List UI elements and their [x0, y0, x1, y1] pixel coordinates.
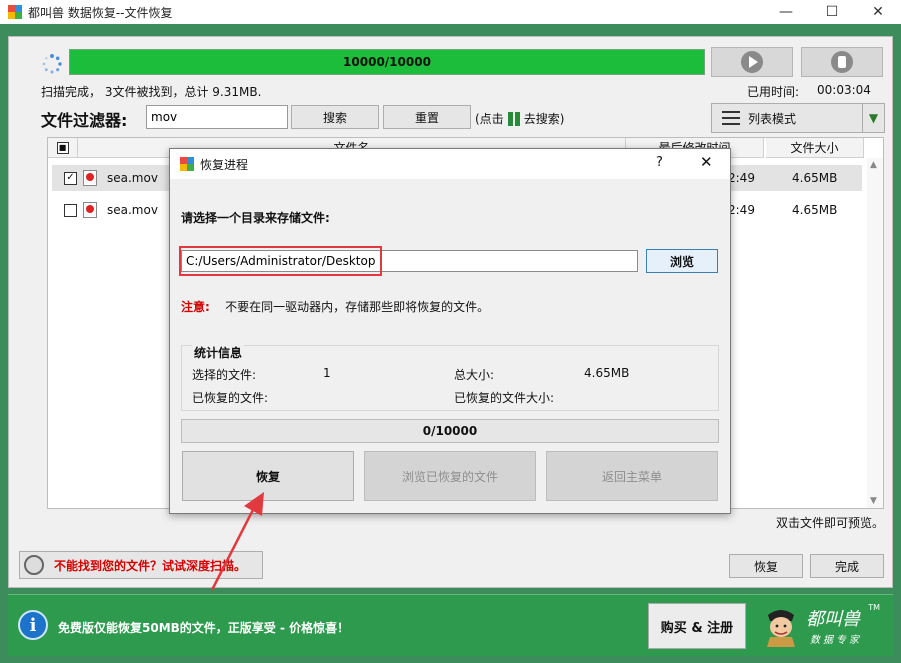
warning-note: 注意: 不要在同一驱动器内，存储那些即将恢复的文件。	[181, 298, 489, 315]
close-button[interactable]: ✕	[855, 0, 901, 24]
select-all-checkbox[interactable]: ■	[56, 141, 69, 154]
elapsed-time-label: 已用时间:	[747, 85, 800, 99]
promo-message: 免费版仅能恢复50MB的文件，正版享受 - 价格惊喜！	[58, 621, 350, 635]
file-size: 4.65MB	[792, 203, 838, 217]
filter-input[interactable]	[146, 105, 288, 129]
deep-scan-label: 不能找到您的文件？试试深度扫描。	[54, 558, 247, 573]
recovered-files-label: 已恢复的文件:	[192, 391, 269, 405]
file-name: sea.mov	[107, 171, 158, 185]
column-header-size[interactable]: 文件大小	[766, 138, 864, 158]
elapsed-time-value: 00:03:04	[817, 83, 871, 97]
recovery-progress-bar: 0/10000	[181, 419, 719, 443]
dialog-title-bar: 恢复进程 ? ✕	[170, 149, 730, 179]
select-all-header[interactable]: ■	[48, 138, 78, 158]
file-filter-label: 文件过滤器:	[41, 111, 128, 130]
note-text: 不要在同一驱动器内，存储那些即将恢复的文件。	[225, 300, 490, 314]
finish-button[interactable]: 完成	[810, 554, 884, 578]
filter-bars-icon	[507, 111, 520, 126]
search-button[interactable]: 搜索	[291, 105, 379, 129]
back-to-menu-button[interactable]: 返回主菜单	[546, 451, 718, 501]
app-logo-icon	[8, 5, 22, 19]
directory-prompt: 请选择一个目录来存储文件:	[181, 211, 330, 225]
stats-legend: 统计信息	[192, 344, 245, 361]
file-size: 4.65MB	[792, 171, 838, 185]
dialog-close-icon[interactable]: ✕	[700, 153, 713, 171]
view-mode-label: 列表模式	[748, 111, 797, 126]
file-name: sea.mov	[107, 203, 158, 217]
app-logo-icon	[180, 157, 194, 171]
window-title: 都叫兽 数据恢复--文件恢复	[28, 5, 173, 20]
recovery-dialog: 恢复进程 ? ✕ 请选择一个目录来存储文件: 浏览 注意: 不要在同一驱动器内，…	[169, 148, 731, 514]
logo-name: 都叫兽	[806, 609, 860, 630]
browse-recovered-button[interactable]: 浏览已恢复的文件	[364, 451, 536, 501]
highlight-box	[179, 246, 382, 276]
browse-button[interactable]: 浏览	[646, 249, 718, 273]
help-icon[interactable]: ?	[656, 155, 663, 170]
video-file-icon	[83, 170, 97, 186]
scroll-up-icon[interactable]: ▲	[870, 160, 877, 170]
promo-bar: i 免费版仅能恢复50MB的文件，正版享受 - 价格惊喜！ 购买 & 注册 都叫…	[8, 594, 893, 656]
reset-button[interactable]: 重置	[383, 105, 471, 129]
brand-logo: 都叫兽 数据专家 TM	[760, 599, 886, 653]
total-size-value: 4.65MB	[584, 366, 630, 380]
list-icon	[722, 111, 740, 125]
trademark-mark: TM	[868, 603, 880, 612]
buy-register-button[interactable]: 购买 & 注册	[648, 603, 746, 649]
mascot-icon	[767, 610, 795, 647]
dialog-title: 恢复进程	[200, 157, 249, 172]
play-icon	[741, 51, 763, 73]
file-modified: 2:49	[728, 171, 755, 185]
note-key: 注意:	[181, 300, 210, 314]
loading-spinner-icon	[42, 54, 62, 74]
title-bar: 都叫兽 数据恢复--文件恢复 — ☐ ✕	[0, 0, 901, 24]
scan-progress-text: 10000/10000	[343, 55, 431, 69]
stop-button[interactable]	[801, 47, 883, 77]
scroll-down-icon[interactable]: ▼	[870, 496, 877, 506]
selected-files-label: 选择的文件:	[192, 368, 257, 382]
deep-scan-button[interactable]: 不能找到您的文件？试试深度扫描。	[19, 551, 263, 579]
view-mode-dropdown[interactable]: 列表模式 ▼	[711, 103, 885, 133]
filter-hint: (点击 去搜索)	[475, 110, 564, 127]
play-button[interactable]	[711, 47, 793, 77]
file-modified: 2:49	[728, 203, 755, 217]
filter-hint-suffix: 去搜索)	[523, 112, 565, 126]
filter-hint-prefix: (点击	[475, 112, 504, 126]
video-file-icon	[83, 202, 97, 218]
table-scrollbar[interactable]: ▲ ▼	[867, 158, 883, 508]
recover-button[interactable]: 恢复	[729, 554, 803, 578]
chevron-down-icon[interactable]: ▼	[862, 104, 884, 132]
dialog-recover-button[interactable]: 恢复	[182, 451, 354, 501]
logo-subtitle: 数据专家	[810, 635, 862, 646]
recovered-size-label: 已恢复的文件大小:	[454, 391, 555, 405]
scan-progress-bar: 10000/10000	[69, 49, 705, 75]
stats-group: 统计信息 选择的文件: 1 总大小: 4.65MB 已恢复的文件: 已恢复的文件…	[181, 344, 719, 411]
preview-hint: 双击文件即可预览。	[776, 516, 885, 530]
row-checkbox[interactable]: ✓	[64, 171, 77, 185]
row-checkbox[interactable]	[64, 203, 77, 217]
selected-files-value: 1	[323, 366, 331, 380]
total-size-label: 总大小:	[454, 368, 495, 382]
recovery-progress-text: 0/10000	[422, 424, 478, 438]
hand-stop-icon	[831, 51, 853, 73]
magnifier-icon	[24, 555, 44, 575]
maximize-button[interactable]: ☐	[809, 0, 855, 24]
scan-status-text: 扫描完成， 3文件被找到，总计 9.31MB.	[41, 85, 262, 99]
minimize-button[interactable]: —	[763, 0, 809, 24]
info-icon: i	[18, 610, 48, 640]
